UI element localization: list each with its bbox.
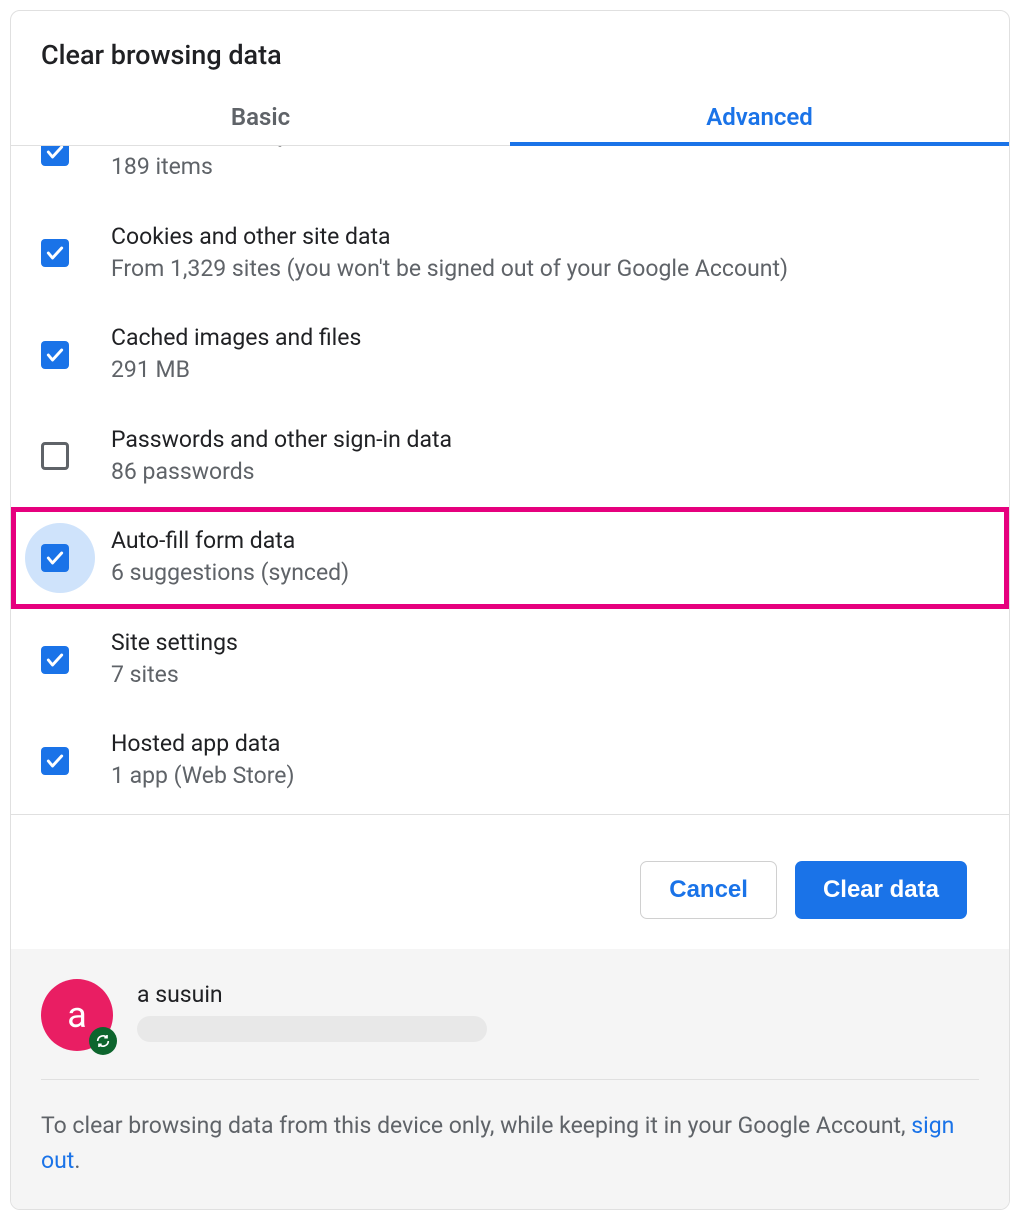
list-item[interactable]: Hosted app data1 app (Web Store): [11, 710, 1009, 812]
footer-note-prefix: To clear browsing data from this device …: [41, 1112, 911, 1139]
list-item[interactable]: Download history189 items: [11, 146, 1009, 203]
avatar: a: [41, 979, 113, 1051]
row-text: Cached images and files291 MB: [111, 322, 361, 388]
account-text: a susuin: [137, 979, 487, 1042]
row-text: Auto-fill form data6 suggestions (synced…: [111, 525, 349, 591]
checkbox[interactable]: [41, 646, 69, 674]
tabs: Basic Advanced: [11, 93, 1009, 146]
tab-basic[interactable]: Basic: [11, 93, 510, 145]
account-email-redacted: [137, 1016, 487, 1042]
row-subtitle: 6 suggestions (synced): [111, 556, 349, 591]
footer-note-suffix: .: [74, 1147, 80, 1174]
row-title: Site settings: [111, 627, 238, 658]
dialog-buttons: Cancel Clear data: [11, 814, 1009, 949]
list-item[interactable]: Cached images and files291 MB: [11, 304, 1009, 406]
clear-data-button[interactable]: Clear data: [795, 861, 967, 919]
checkbox[interactable]: [41, 239, 69, 267]
account-name: a susuin: [137, 981, 487, 1008]
checkbox[interactable]: [41, 146, 69, 166]
checkbox[interactable]: [41, 544, 69, 572]
cancel-button[interactable]: Cancel: [640, 861, 777, 919]
tab-advanced[interactable]: Advanced: [510, 93, 1009, 145]
row-text: Download history189 items: [111, 146, 289, 185]
dialog-title: Clear browsing data: [11, 11, 1009, 93]
row-subtitle: 1 app (Web Store): [111, 759, 294, 794]
checkbox[interactable]: [41, 442, 69, 470]
row-title: Auto-fill form data: [111, 525, 349, 556]
sync-icon: [89, 1027, 117, 1055]
row-title: Passwords and other sign-in data: [111, 424, 452, 455]
list-item[interactable]: Auto-fill form data6 suggestions (synced…: [11, 507, 1009, 609]
account-row: a a susuin: [41, 979, 979, 1080]
row-text: Hosted app data1 app (Web Store): [111, 728, 294, 794]
footer-note: To clear browsing data from this device …: [41, 1108, 979, 1179]
row-title: Hosted app data: [111, 728, 294, 759]
row-title: Cookies and other site data: [111, 221, 788, 252]
row-subtitle: 7 sites: [111, 658, 238, 693]
checkbox[interactable]: [41, 341, 69, 369]
list-item[interactable]: Site settings7 sites: [11, 609, 1009, 711]
row-text: Passwords and other sign-in data86 passw…: [111, 424, 452, 490]
account-section: a a susuin To clear browsing data from t…: [11, 949, 1009, 1209]
clear-browsing-data-dialog: Clear browsing data Basic Advanced Downl…: [10, 10, 1010, 1210]
row-subtitle: 86 passwords: [111, 455, 452, 490]
list-item[interactable]: Cookies and other site dataFrom 1,329 si…: [11, 203, 1009, 305]
row-text: Site settings7 sites: [111, 627, 238, 693]
row-subtitle: 291 MB: [111, 353, 361, 388]
row-subtitle: 189 items: [111, 150, 289, 185]
data-type-list: Download history189 items Cookies and oth…: [11, 146, 1009, 814]
list-item[interactable]: Passwords and other sign-in data86 passw…: [11, 406, 1009, 508]
row-title: Cached images and files: [111, 322, 361, 353]
checkbox[interactable]: [41, 747, 69, 775]
row-text: Cookies and other site dataFrom 1,329 si…: [111, 221, 788, 287]
row-subtitle: From 1,329 sites (you won't be signed ou…: [111, 252, 788, 287]
